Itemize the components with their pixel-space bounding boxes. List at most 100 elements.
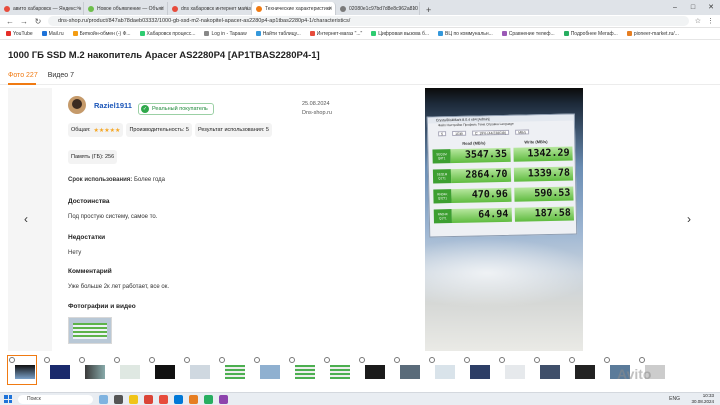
bookmark-item[interactable]: YouTube — [6, 31, 33, 37]
bookmark-item[interactable]: Найти таблицу... — [255, 31, 301, 37]
forward-icon[interactable]: → — [20, 17, 28, 26]
browser-tab-active[interactable]: Технические характеристики × — [252, 2, 336, 15]
bookmark-item[interactable]: Mail.ru — [41, 31, 64, 37]
zoom-icon — [429, 357, 435, 363]
close-icon[interactable]: × — [76, 6, 80, 12]
browser-tab[interactable]: 02080e1c97bd7d8e8c962a810 × — [336, 2, 420, 15]
bookmark-item[interactable]: Хабаровск процесс... — [139, 31, 195, 37]
star-icon[interactable]: ☆ — [695, 17, 701, 25]
bookmark-item[interactable]: Сравнение телеф... — [501, 31, 555, 37]
language-indicator[interactable]: ENG — [669, 396, 680, 402]
comment-heading: Комментарий — [68, 268, 112, 275]
next-arrow-icon[interactable]: › — [687, 212, 691, 226]
thumbnail[interactable] — [218, 356, 246, 384]
new-tab-button[interactable]: + — [420, 5, 437, 15]
ratings-row: Общая: ★★★★★ Производительность: 5 Резуль… — [68, 123, 272, 137]
app-icon[interactable] — [219, 394, 228, 404]
bookmark-item[interactable]: Цифровая вызова б... — [371, 31, 429, 37]
thumbnail-image — [85, 365, 105, 379]
thumbnail[interactable] — [463, 356, 491, 384]
bookmark-item[interactable]: Log in - Tapaaw — [204, 31, 247, 37]
bird-icon — [99, 394, 108, 404]
thumbnail-image — [225, 365, 245, 379]
bookmark-icon — [139, 31, 145, 36]
favicon-icon — [340, 5, 346, 12]
main-photo: CrystalDiskMark 8.0.4 x64 [Admin] Файл Н… — [425, 88, 583, 351]
thumbnail-image — [365, 365, 385, 379]
address-input[interactable]: dns-shop.ru/product/847ab78daeb03332/100… — [48, 16, 689, 26]
thumbnail-image — [190, 365, 210, 379]
prev-arrow-icon[interactable]: ‹ — [24, 212, 28, 226]
close-icon[interactable]: × — [328, 6, 332, 12]
close-icon[interactable]: × — [244, 6, 248, 12]
menu-icon[interactable]: ⋮ — [707, 17, 714, 25]
bookmark-item[interactable]: Подробнее Мегаф... — [563, 31, 618, 37]
photo-cloud — [425, 238, 583, 308]
benchmark-row: 2864.70 1339.78 — [450, 166, 574, 184]
thumbnail-image — [295, 365, 315, 379]
reload-icon[interactable]: ↻ — [34, 17, 42, 26]
real-buyer-badge: ✓ Реальный покупатель — [138, 103, 214, 115]
explorer-icon[interactable] — [129, 394, 138, 404]
zoom-icon — [464, 357, 470, 363]
comment-text: Уже больше 2к лет работает, все ок. — [68, 284, 170, 290]
thumbnail[interactable] — [358, 356, 386, 384]
close-icon[interactable]: × — [160, 6, 164, 12]
yandex-icon[interactable] — [159, 394, 168, 404]
review-photo-thumbnail[interactable] — [68, 317, 112, 344]
thumbnail[interactable] — [393, 356, 421, 384]
thumbnail[interactable] — [148, 356, 176, 384]
write-value: 590.53 — [513, 186, 574, 202]
bookmark-item[interactable]: Биткойн-обмен (-) Ф... — [72, 31, 131, 37]
username-link[interactable]: Raziel1911 — [94, 101, 132, 110]
zoom-icon — [9, 357, 15, 363]
thumbnail[interactable] — [113, 356, 141, 384]
task-view-icon[interactable] — [114, 394, 123, 404]
taskbar: Поиск ENG 10:33 30.08.2024 — [0, 392, 720, 405]
maximize-icon[interactable]: □ — [684, 0, 702, 15]
thumbnail[interactable] — [533, 356, 561, 384]
thumbnail[interactable] — [428, 356, 456, 384]
drive-select: C: 19% (44/238GiB) — [471, 129, 510, 136]
thumbnail[interactable] — [323, 356, 351, 384]
browser-tab[interactable]: dns хабаровск интернет магаз × — [168, 2, 252, 15]
thumbnail[interactable] — [568, 356, 596, 384]
benchmark-row: 470.96 590.53 — [451, 186, 574, 204]
zoom-icon — [79, 357, 85, 363]
thumbnail[interactable] — [7, 355, 37, 385]
avito-watermark: Avito — [617, 366, 652, 382]
taskbar-search[interactable]: Поиск — [18, 394, 93, 404]
tab-photos[interactable]: Фото 227 — [8, 72, 38, 79]
zoom-icon — [324, 357, 330, 363]
tab-videos[interactable]: Видео 7 — [48, 72, 74, 79]
thumbnail[interactable] — [43, 356, 71, 384]
minimize-icon[interactable]: – — [666, 0, 684, 15]
thumbnail[interactable] — [498, 356, 526, 384]
browser-tab[interactable]: авито хабаровск — Яндекс: н × — [0, 2, 84, 15]
clock[interactable]: 10:33 30.08.2024 — [691, 393, 714, 405]
bookmark-icon — [563, 31, 569, 36]
back-icon[interactable]: ← — [6, 17, 14, 26]
chrome-icon[interactable] — [144, 394, 153, 404]
row-label: RND4K Q1T1 — [433, 209, 452, 224]
bookmark-item[interactable]: Интернет-магаз "..." — [309, 31, 362, 37]
windows-start-icon[interactable] — [4, 395, 12, 403]
close-icon[interactable]: × — [412, 6, 416, 12]
bookmark-icon — [438, 31, 444, 36]
thumbnail-image — [470, 365, 490, 379]
app-icon[interactable] — [189, 394, 198, 404]
app-icon[interactable] — [204, 394, 213, 404]
thumbnail[interactable] — [183, 356, 211, 384]
thumbnail[interactable] — [253, 356, 281, 384]
media-heading: Фотографии и видео — [68, 303, 136, 310]
bookmark-item[interactable]: pioneer-market.ru/... — [626, 31, 679, 37]
thumbnail[interactable] — [78, 356, 106, 384]
checkmark-icon: ✓ — [141, 105, 149, 113]
rating-overall: Общая: ★★★★★ — [68, 123, 124, 137]
close-window-icon[interactable]: ✕ — [702, 0, 720, 15]
bookmark-item[interactable]: ВЦ по коммунальн... — [438, 31, 493, 37]
media-tabs: Фото 227 Видео 7 — [8, 72, 74, 79]
browser-tab[interactable]: Новое объявление — Объяв × — [84, 2, 168, 15]
thumbnail[interactable] — [288, 356, 316, 384]
store-icon[interactable] — [174, 394, 183, 404]
